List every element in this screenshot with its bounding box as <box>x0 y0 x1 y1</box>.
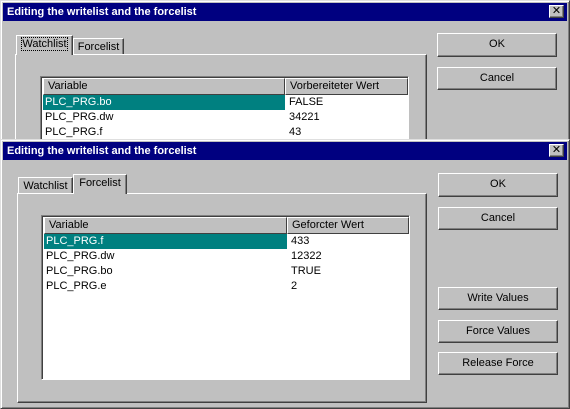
table-row[interactable]: PLC_PRG.f 433 <box>44 234 407 249</box>
tab-watchlist[interactable]: Watchlist <box>16 35 73 55</box>
tab-label: Watchlist <box>23 180 68 192</box>
column-header-variable[interactable]: Variable <box>43 78 285 95</box>
column-header-value[interactable]: Geforcter Wert <box>287 217 409 234</box>
forcelist-table[interactable]: Variable Geforcter Wert PLC_PRG.f 433 PL… <box>41 215 410 380</box>
close-button[interactable]: ✕ <box>549 143 564 157</box>
ok-button[interactable]: OK <box>437 33 557 57</box>
dialog-forcelist: Editing the writelist and the forcelist … <box>0 139 570 409</box>
variable-cell: PLC_PRG.bo <box>43 95 285 110</box>
close-icon: ✕ <box>551 143 562 156</box>
close-button[interactable]: ✕ <box>549 4 564 18</box>
dialog-title-bar[interactable]: Editing the writelist and the forcelist … <box>3 142 567 160</box>
variable-cell: PLC_PRG.f <box>44 234 287 249</box>
tab-label: Forcelist <box>77 41 120 53</box>
dialog-watchlist: Editing the writelist and the forcelist … <box>0 0 570 154</box>
tab-forcelist[interactable]: Forcelist <box>73 174 127 194</box>
table-row[interactable]: PLC_PRG.dw 34221 <box>43 110 406 125</box>
value-cell: FALSE <box>289 96 324 108</box>
variable-cell: PLC_PRG.f <box>45 126 103 138</box>
value-cell: 12322 <box>291 250 322 262</box>
variable-cell: PLC_PRG.bo <box>46 265 113 277</box>
column-header-value[interactable]: Vorbereiteter Wert <box>285 78 408 95</box>
column-header-variable[interactable]: Variable <box>44 217 287 234</box>
tab-label: Forcelist <box>79 177 121 189</box>
table-row[interactable]: PLC_PRG.f 43 <box>43 125 406 140</box>
tab-watchlist[interactable]: Watchlist <box>18 177 73 194</box>
variable-cell: PLC_PRG.dw <box>45 111 114 123</box>
ok-button[interactable]: OK <box>438 173 558 197</box>
force-values-button[interactable]: Force Values <box>438 320 558 343</box>
dialog-title: Editing the writelist and the forcelist <box>7 145 197 157</box>
write-values-button[interactable]: Write Values <box>438 287 558 310</box>
value-cell: TRUE <box>291 265 321 277</box>
release-force-button[interactable]: Release Force <box>438 352 558 375</box>
cancel-button[interactable]: Cancel <box>437 67 557 90</box>
table-row[interactable]: PLC_PRG.e 2 <box>44 279 407 294</box>
close-icon: ✕ <box>551 4 562 17</box>
dialog-title-bar[interactable]: Editing the writelist and the forcelist … <box>3 3 567 21</box>
value-cell: 43 <box>289 126 302 138</box>
table-row[interactable]: PLC_PRG.bo FALSE <box>43 95 406 110</box>
value-cell: 34221 <box>289 111 320 123</box>
cancel-button[interactable]: Cancel <box>438 207 558 230</box>
tab-forcelist[interactable]: Forcelist <box>73 38 124 55</box>
value-cell: 433 <box>291 235 310 247</box>
table-row[interactable]: PLC_PRG.bo TRUE <box>44 264 407 279</box>
tab-label: Watchlist <box>21 37 68 51</box>
dialog-title: Editing the writelist and the forcelist <box>7 6 197 18</box>
variable-cell: PLC_PRG.dw <box>46 250 115 262</box>
variable-cell: PLC_PRG.e <box>46 280 107 292</box>
value-cell: 2 <box>291 280 298 292</box>
table-row[interactable]: PLC_PRG.dw 12322 <box>44 249 407 264</box>
